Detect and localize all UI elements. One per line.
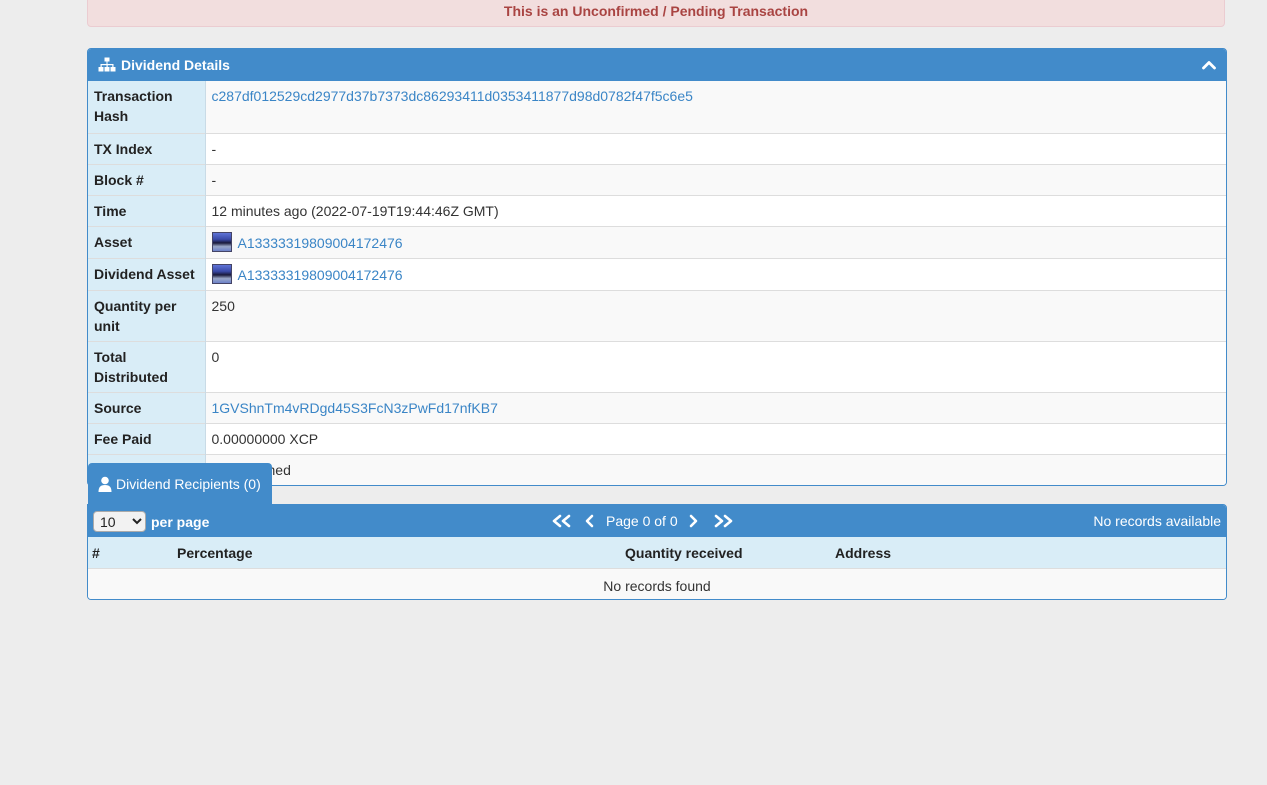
chevron-up-icon[interactable] [1202, 60, 1216, 70]
label-time: Time [88, 194, 206, 226]
pending-transaction-alert: This is an Unconfirmed / Pending Transac… [87, 0, 1225, 27]
label-transaction-hash: Transaction Hash [88, 81, 206, 133]
per-page-control: 10 per page [93, 511, 209, 532]
value-fee-paid: 0.00000000 XCP [205, 422, 1226, 454]
row-tx-index: TX Index - [88, 132, 1226, 164]
asset-icon [211, 263, 232, 284]
per-page-select[interactable]: 10 [93, 511, 146, 532]
empty-row: No records found [88, 568, 1226, 599]
dividend-details-table: Transaction Hash c287df012529cd2977d37b7… [88, 81, 1226, 485]
user-icon [98, 476, 112, 492]
chevron-left-icon[interactable] [585, 514, 595, 528]
value-status: Unconfirmed [205, 453, 1226, 485]
dividend-recipients-panel: 10 per page Page 0 of 0 No records avail… [87, 504, 1227, 600]
label-total-distributed: Total Distributed [88, 340, 206, 392]
table-header-row: # Percentage Quantity received Address [88, 537, 1226, 569]
label-fee-paid: Fee Paid [88, 422, 206, 454]
tab-label: Dividend Recipients (0) [116, 476, 261, 492]
empty-message: No records found [88, 568, 1226, 599]
value-total-distributed: 0 [205, 340, 1226, 392]
records-status: No records available [1093, 513, 1221, 529]
row-total-distributed: Total Distributed 0 [88, 340, 1226, 392]
label-tx-index: TX Index [88, 132, 206, 164]
pagination: Page 0 of 0 [551, 505, 734, 537]
chevron-right-icon[interactable] [688, 514, 698, 528]
label-asset: Asset [88, 225, 206, 258]
value-quantity-per-unit: 250 [205, 289, 1226, 341]
label-quantity-per-unit: Quantity per unit [88, 289, 206, 341]
dividend-asset-link[interactable]: A13333319809004172476 [238, 267, 403, 283]
column-header-percentage[interactable]: Percentage [173, 537, 621, 569]
per-page-label: per page [151, 513, 210, 530]
value-tx-index: - [205, 132, 1226, 164]
row-time: Time 12 minutes ago (2022-07-19T19:44:46… [88, 194, 1226, 226]
panel-heading: Dividend Details [88, 49, 1226, 81]
asset-link[interactable]: A13333319809004172476 [238, 235, 403, 251]
value-time: 12 minutes ago (2022-07-19T19:44:46Z GMT… [205, 194, 1226, 226]
label-block: Block # [88, 163, 206, 195]
value-block: - [205, 163, 1226, 195]
tab-dividend-recipients[interactable]: Dividend Recipients (0) [88, 463, 272, 505]
page-indicator: Page 0 of 0 [606, 513, 678, 529]
recipients-toolbar: 10 per page Page 0 of 0 No records avail… [88, 505, 1226, 537]
label-source: Source [88, 391, 206, 423]
column-header-address[interactable]: Address [831, 537, 1226, 569]
column-header-index[interactable]: # [88, 537, 173, 569]
sitemap-icon [98, 57, 116, 73]
row-block: Block # - [88, 163, 1226, 195]
label-dividend-asset: Dividend Asset [88, 257, 206, 290]
row-quantity-per-unit: Quantity per unit 250 [88, 289, 1226, 341]
double-chevron-left-icon[interactable] [551, 514, 573, 528]
row-dividend-asset: Dividend Asset A13333319809004172476 [88, 257, 1226, 290]
panel-title: Dividend Details [121, 57, 230, 73]
row-fee-paid: Fee Paid 0.00000000 XCP [88, 422, 1226, 454]
column-header-quantity-received[interactable]: Quantity received [621, 537, 831, 569]
asset-icon [211, 231, 232, 252]
row-asset: Asset A13333319809004172476 [88, 225, 1226, 258]
source-address-link[interactable]: 1GVShnTm4vRDgd45S3FcN3zPwFd17nfKB7 [212, 400, 498, 416]
recipients-table: # Percentage Quantity received Address N… [88, 537, 1226, 599]
row-transaction-hash: Transaction Hash c287df012529cd2977d37b7… [88, 81, 1226, 133]
transaction-hash-link[interactable]: c287df012529cd2977d37b7373dc86293411d035… [212, 88, 693, 104]
dividend-details-panel: Dividend Details Transaction Hash c287df… [87, 48, 1227, 486]
alert-text: This is an Unconfirmed / Pending Transac… [503, 3, 809, 19]
double-chevron-right-icon[interactable] [712, 514, 734, 528]
row-source: Source 1GVShnTm4vRDgd45S3FcN3zPwFd17nfKB… [88, 391, 1226, 423]
